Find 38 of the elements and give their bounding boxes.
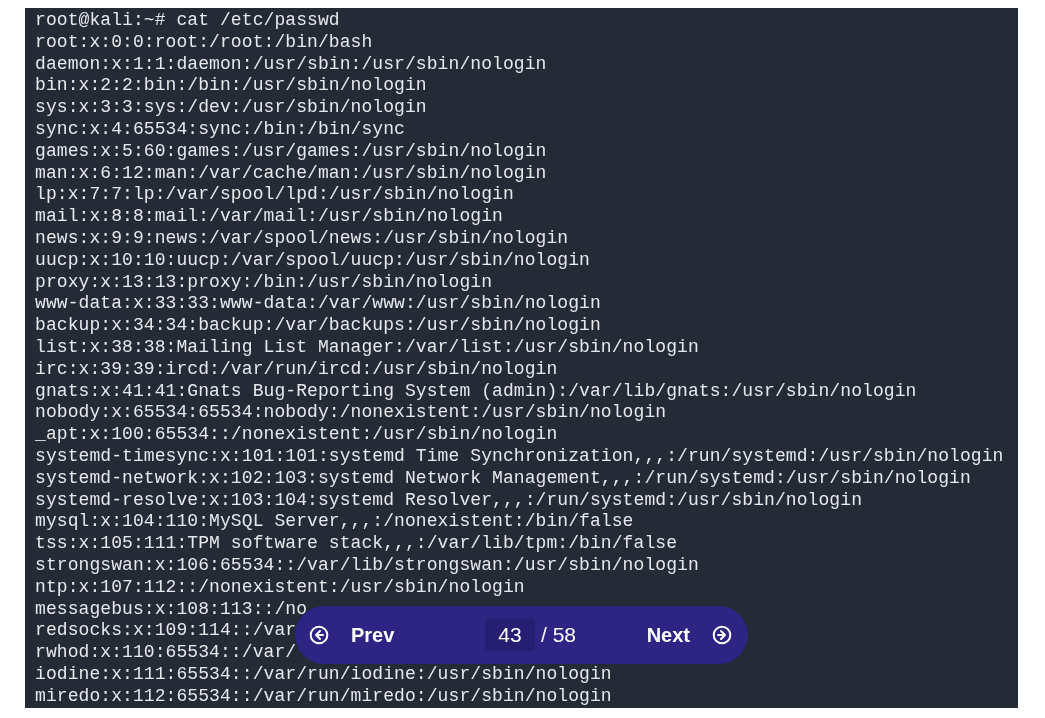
terminal-line: irc:x:39:39:ircd:/var/run/ircd:/usr/sbin/nologin: [35, 358, 558, 381]
arrow-left-icon: [309, 625, 329, 645]
terminal-line: _apt:x:100:65534::/nonexistent:/usr/sbin/nologin: [35, 424, 558, 446]
terminal-line: systemd-network:x:102:103:systemd Network Management,,,:/run/systemd:/usr/sbin/nologin: [35, 467, 971, 490]
terminal-line: gnats:x:41:41:Gnats Bug-Reporting System (admin):/var/lib/gnats:/usr/sbin/nologin: [35, 380, 917, 403]
terminal-line: nobody:x:65534:65534:nobody:/nonexistent:/usr/sbin/nologin: [35, 402, 667, 425]
terminal-line: messagebus:x:108:113::/no: [35, 598, 308, 621]
terminal-line: miredo:x:112:65534::/var/run/miredo:/usr/sbin/nologin: [35, 685, 612, 708]
terminal-line: news:x:9:9:news:/var/spool/news:/usr/sbin/nologin: [35, 227, 569, 250]
terminal-line: systemd-resolve:x:103:104:systemd Resolver,,,:/run/systemd:/usr/sbin/nologin: [35, 489, 862, 512]
terminal-line: proxy:x:13:13:proxy:/bin:/usr/sbin/nologin: [35, 271, 493, 294]
terminal-line: tss:x:105:111:TPM software stack,,,:/var/lib/tpm:/bin/false: [35, 533, 678, 555]
terminal-line: root@kali:~# cat /etc/passwd: [35, 10, 340, 32]
terminal-line: mysql:x:104:110:MySQL Server,,,:/nonexistent:/bin/false: [35, 511, 634, 534]
terminal-line: bin:x:2:2:bin:/bin:/usr/sbin/nologin: [35, 75, 427, 98]
terminal-line: games:x:5:60:games:/usr/games:/usr/sbin/nologin: [35, 140, 547, 163]
terminal-line: rwhod:x:110:65534::/var/: [35, 642, 297, 664]
terminal-line: root:x:0:0:root:/root:/bin/bash: [35, 31, 373, 54]
page-number-field[interactable]: 43: [485, 619, 535, 651]
terminal-line: list:x:38:38:Mailing List Manager:/var/list:/usr/sbin/nologin: [35, 336, 699, 359]
terminal-line: iodine:x:111:65534::/var/run/iodine:/usr/sbin/nologin: [35, 663, 612, 686]
arrow-right-icon: [712, 625, 732, 645]
terminal-line: sys:x:3:3:sys:/dev:/usr/sbin/nologin: [35, 97, 427, 119]
terminal-line: uucp:x:10:10:uucp:/var/spool/uucp:/usr/sbin/nologin: [35, 249, 590, 272]
terminal-line: www-data:x:33:33:www-data:/var/www:/usr/sbin/nologin: [35, 293, 601, 316]
terminal-line: man:x:6:12:man:/var/cache/man:/usr/sbin/nologin: [35, 162, 547, 185]
terminal-line: sync:x:4:65534:sync:/bin:/bin/sync: [35, 119, 405, 141]
terminal-line: mail:x:8:8:mail:/var/mail:/usr/sbin/nologin: [35, 206, 503, 228]
terminal-line: redsocks:x:109:114::/var: [35, 620, 297, 643]
terminal-line: backup:x:34:34:backup:/var/backups:/usr/sbin/nologin: [35, 315, 601, 337]
terminal-line: lp:x:7:7:lp:/var/spool/lpd:/usr/sbin/nologin: [35, 184, 514, 207]
terminal-line: ntp:x:107:112::/nonexistent:/usr/sbin/nologin: [35, 576, 525, 599]
next-button[interactable]: Next: [646, 619, 732, 651]
terminal-line: strongswan:x:106:65534::/var/lib/strongswan:/usr/sbin/nologin: [35, 554, 699, 577]
prev-button[interactable]: Prev: [309, 619, 395, 651]
terminal-line: systemd-timesync:x:101:101:systemd Time Synchronization,,,:/run/systemd:/usr/sbin/nologin: [35, 445, 1004, 468]
terminal-line: daemon:x:1:1:daemon:/usr/sbin:/usr/sbin/nologin: [35, 53, 547, 76]
page-total: / 58: [541, 623, 576, 647]
